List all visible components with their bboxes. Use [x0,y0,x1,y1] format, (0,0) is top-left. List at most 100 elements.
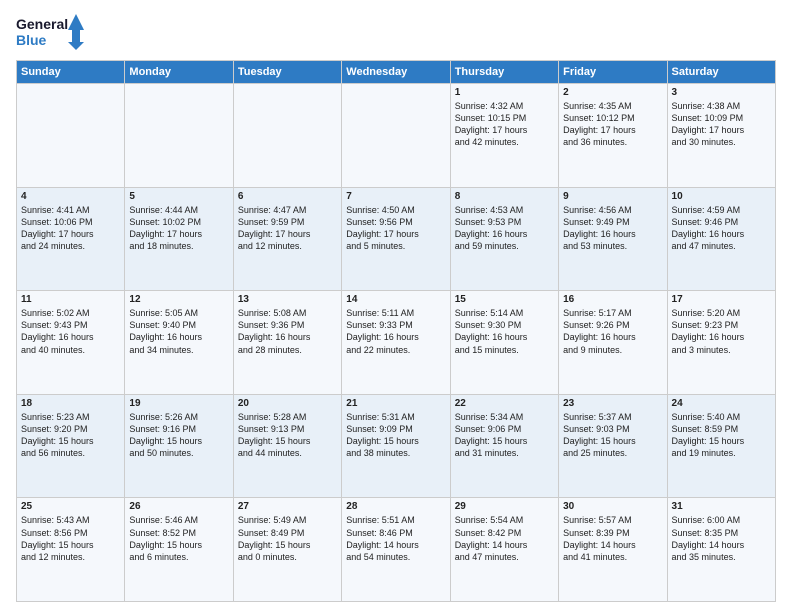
week-row-1: 1 Sunrise: 4:32 AM Sunset: 10:15 PM Dayli… [17,84,776,188]
cell-5-4: 28Sunrise: 5:51 AM Sunset: 8:46 PM Dayli… [342,498,450,602]
cell-1-6: 2 Sunrise: 4:35 AM Sunset: 10:12 PM Dayli… [559,84,667,188]
cell-3-2: 12 Sunrise: 5:05 AM Sunset: 9:40 PM Dayli… [125,291,233,395]
cell-info: Sunrise: 5:37 AM Sunset: 9:03 PM Dayligh… [563,411,662,460]
day-number: 20 [238,398,337,409]
cell-1-4 [342,84,450,188]
day-number: 3 [672,87,771,98]
cell-5-6: 30 Sunrise: 5:57 AM Sunset: 8:39 PM Dayli… [559,498,667,602]
cell-info: Sunrise: 4:53 AM Sunset: 9:53 PM Dayligh… [455,204,554,253]
cell-info: Sunrise: 4:47 AM Sunset: 9:59 PM Dayligh… [238,204,337,253]
cell-info: Sunrise: 5:02 AM Sunset: 9:43 PM Dayligh… [21,307,120,356]
day-number: 18 [21,398,120,409]
cell-5-3: 27 Sunrise: 5:49 AM Sunset: 8:49 PM Dayli… [233,498,341,602]
day-number: 14 [346,294,445,305]
cell-info: Sunrise: 4:35 AM Sunset: 10:12 PM Daylig… [563,100,662,149]
cell-info: Sunrise: 5:20 AM Sunset: 9:23 PM Dayligh… [672,307,771,356]
week-row-5: 25 Sunrise: 5:43 AM Sunset: 8:56 PM Dayli… [17,498,776,602]
page: General Blue SundayMondayTuesdayWednesda… [0,0,792,612]
logo-svg: General Blue [16,12,86,52]
cell-3-5: 15 Sunrise: 5:14 AM Sunset: 9:30 PM Dayli… [450,291,558,395]
cell-2-2: 5 Sunrise: 4:44 AM Sunset: 10:02 PM Dayli… [125,187,233,291]
week-row-3: 11Sunrise: 5:02 AM Sunset: 9:43 PM Dayli… [17,291,776,395]
day-number: 23 [563,398,662,409]
cell-1-3 [233,84,341,188]
cell-1-2 [125,84,233,188]
cell-2-7: 10 Sunrise: 4:59 AM Sunset: 9:46 PM Dayli… [667,187,775,291]
col-header-friday: Friday [559,61,667,84]
calendar-header: SundayMondayTuesdayWednesdayThursdayFrid… [17,61,776,84]
day-number: 22 [455,398,554,409]
cell-info: Sunrise: 5:51 AM Sunset: 8:46 PM Dayligh… [346,514,445,563]
cell-info: Sunrise: 5:26 AM Sunset: 9:16 PM Dayligh… [129,411,228,460]
cell-info: Sunrise: 4:44 AM Sunset: 10:02 PM Daylig… [129,204,228,253]
cell-info: Sunrise: 5:43 AM Sunset: 8:56 PM Dayligh… [21,514,120,563]
day-number: 7 [346,191,445,202]
col-header-wednesday: Wednesday [342,61,450,84]
cell-info: Sunrise: 5:23 AM Sunset: 9:20 PM Dayligh… [21,411,120,460]
cell-3-6: 16Sunrise: 5:17 AM Sunset: 9:26 PM Dayli… [559,291,667,395]
cell-5-5: 29Sunrise: 5:54 AM Sunset: 8:42 PM Dayli… [450,498,558,602]
col-header-saturday: Saturday [667,61,775,84]
day-number: 21 [346,398,445,409]
cell-2-4: 7 Sunrise: 4:50 AM Sunset: 9:56 PM Daylig… [342,187,450,291]
cell-3-1: 11Sunrise: 5:02 AM Sunset: 9:43 PM Dayli… [17,291,125,395]
day-number: 10 [672,191,771,202]
day-number: 6 [238,191,337,202]
col-header-monday: Monday [125,61,233,84]
day-number: 9 [563,191,662,202]
col-header-sunday: Sunday [17,61,125,84]
col-header-thursday: Thursday [450,61,558,84]
cell-info: Sunrise: 5:57 AM Sunset: 8:39 PM Dayligh… [563,514,662,563]
day-number: 1 [455,87,554,98]
cell-info: Sunrise: 5:11 AM Sunset: 9:33 PM Dayligh… [346,307,445,356]
day-number: 24 [672,398,771,409]
cell-1-1 [17,84,125,188]
cell-4-5: 22Sunrise: 5:34 AM Sunset: 9:06 PM Dayli… [450,394,558,498]
cell-4-2: 19Sunrise: 5:26 AM Sunset: 9:16 PM Dayli… [125,394,233,498]
cell-info: Sunrise: 4:41 AM Sunset: 10:06 PM Daylig… [21,204,120,253]
day-number: 12 [129,294,228,305]
cell-info: Sunrise: 5:05 AM Sunset: 9:40 PM Dayligh… [129,307,228,356]
cell-info: Sunrise: 4:38 AM Sunset: 10:09 PM Daylig… [672,100,771,149]
cell-info: Sunrise: 4:32 AM Sunset: 10:15 PM Daylig… [455,100,554,149]
cell-info: Sunrise: 5:28 AM Sunset: 9:13 PM Dayligh… [238,411,337,460]
day-number: 25 [21,501,120,512]
calendar-table: SundayMondayTuesdayWednesdayThursdayFrid… [16,60,776,602]
cell-2-1: 4Sunrise: 4:41 AM Sunset: 10:06 PM Dayli… [17,187,125,291]
cell-1-7: 3 Sunrise: 4:38 AM Sunset: 10:09 PM Dayli… [667,84,775,188]
day-number: 27 [238,501,337,512]
cell-info: Sunrise: 5:40 AM Sunset: 8:59 PM Dayligh… [672,411,771,460]
cell-info: Sunrise: 5:08 AM Sunset: 9:36 PM Dayligh… [238,307,337,356]
cell-info: Sunrise: 6:00 AM Sunset: 8:35 PM Dayligh… [672,514,771,563]
cell-info: Sunrise: 4:50 AM Sunset: 9:56 PM Dayligh… [346,204,445,253]
cell-info: Sunrise: 4:56 AM Sunset: 9:49 PM Dayligh… [563,204,662,253]
cell-5-1: 25 Sunrise: 5:43 AM Sunset: 8:56 PM Dayli… [17,498,125,602]
cell-info: Sunrise: 5:49 AM Sunset: 8:49 PM Dayligh… [238,514,337,563]
cell-4-3: 20 Sunrise: 5:28 AM Sunset: 9:13 PM Dayli… [233,394,341,498]
col-header-tuesday: Tuesday [233,61,341,84]
day-number: 2 [563,87,662,98]
cell-info: Sunrise: 4:59 AM Sunset: 9:46 PM Dayligh… [672,204,771,253]
cell-info: Sunrise: 5:46 AM Sunset: 8:52 PM Dayligh… [129,514,228,563]
logo: General Blue [16,12,86,52]
day-number: 26 [129,501,228,512]
day-number: 31 [672,501,771,512]
cell-info: Sunrise: 5:14 AM Sunset: 9:30 PM Dayligh… [455,307,554,356]
cell-5-7: 31 Sunrise: 6:00 AM Sunset: 8:35 PM Dayli… [667,498,775,602]
cell-info: Sunrise: 5:31 AM Sunset: 9:09 PM Dayligh… [346,411,445,460]
cell-2-6: 9 Sunrise: 4:56 AM Sunset: 9:49 PM Daylig… [559,187,667,291]
cell-1-5: 1 Sunrise: 4:32 AM Sunset: 10:15 PM Dayli… [450,84,558,188]
day-number: 17 [672,294,771,305]
day-number: 15 [455,294,554,305]
cell-4-1: 18 Sunrise: 5:23 AM Sunset: 9:20 PM Dayli… [17,394,125,498]
cell-2-5: 8Sunrise: 4:53 AM Sunset: 9:53 PM Daylig… [450,187,558,291]
day-number: 30 [563,501,662,512]
cell-5-2: 26 Sunrise: 5:46 AM Sunset: 8:52 PM Dayli… [125,498,233,602]
cell-2-3: 6 Sunrise: 4:47 AM Sunset: 9:59 PM Daylig… [233,187,341,291]
cell-info: Sunrise: 5:54 AM Sunset: 8:42 PM Dayligh… [455,514,554,563]
day-number: 16 [563,294,662,305]
cell-3-7: 17 Sunrise: 5:20 AM Sunset: 9:23 PM Dayli… [667,291,775,395]
calendar-body: 1 Sunrise: 4:32 AM Sunset: 10:15 PM Dayli… [17,84,776,602]
cell-3-3: 13Sunrise: 5:08 AM Sunset: 9:36 PM Dayli… [233,291,341,395]
day-number: 5 [129,191,228,202]
